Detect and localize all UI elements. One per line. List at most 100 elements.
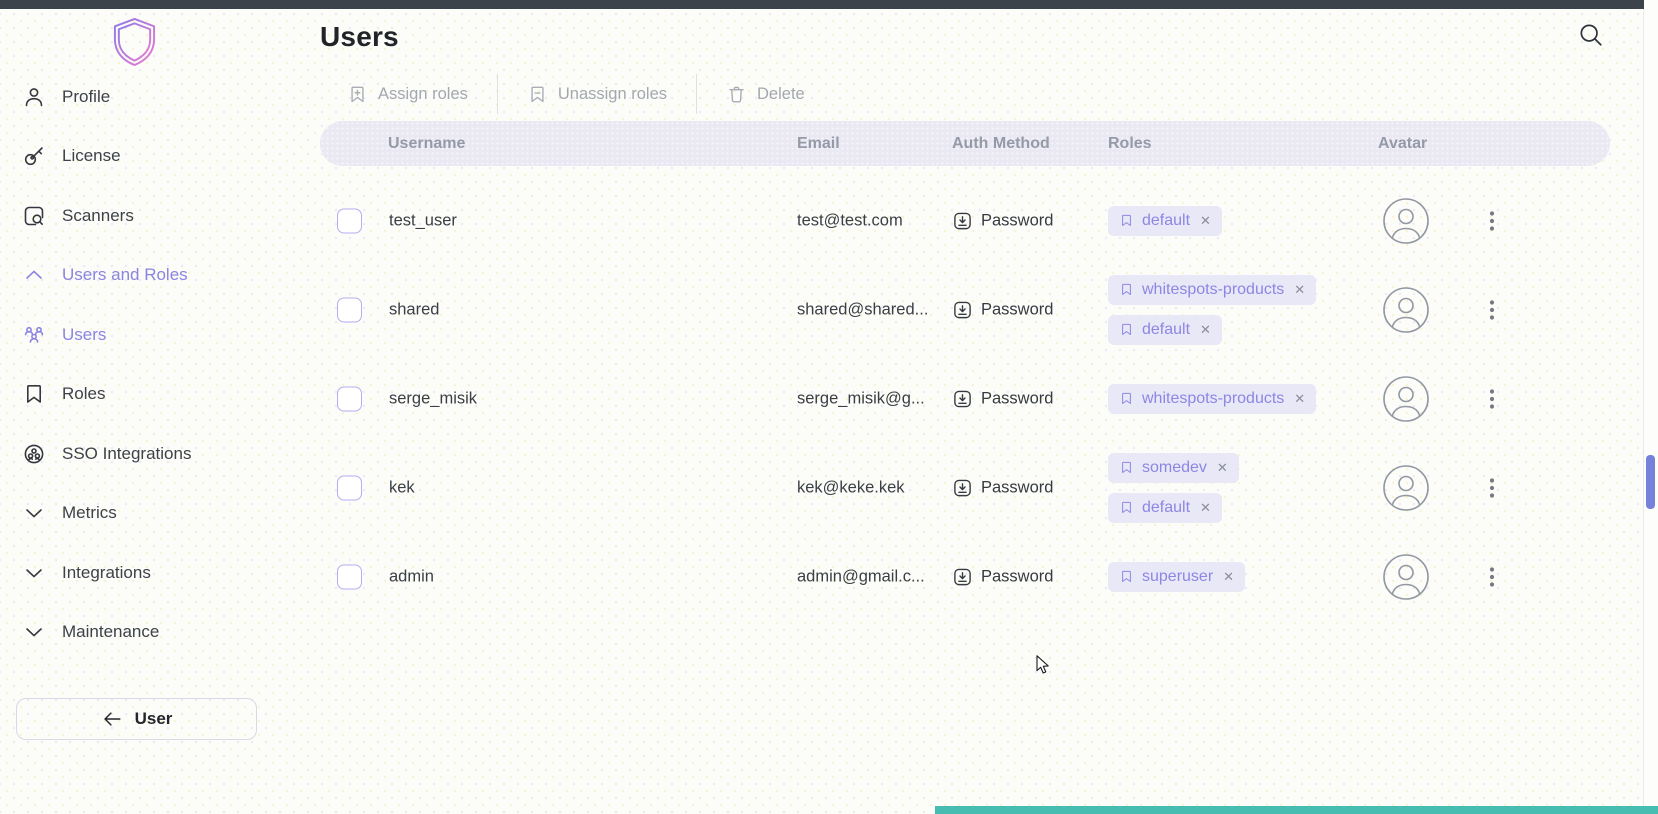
row-checkbox[interactable] [337, 475, 362, 500]
role-chip[interactable]: whitespots-products ✕ [1108, 275, 1316, 305]
delete-button[interactable]: Delete [726, 84, 805, 105]
sidebar-item-label: License [62, 146, 121, 166]
chevron-down-icon [22, 620, 46, 644]
sidebar-menu: Profile License Scanners Users and Roles… [0, 67, 300, 662]
sidebar-section-users-and-roles[interactable]: Users and Roles [0, 246, 300, 306]
row-checkbox[interactable] [337, 208, 362, 233]
role-chip[interactable]: whitespots-products ✕ [1108, 384, 1316, 414]
back-to-user-button[interactable]: User [16, 698, 257, 740]
toolbar-divider [696, 74, 697, 114]
row-menu-kebab-icon[interactable] [1484, 476, 1500, 500]
sidebar-item-label: Integrations [62, 563, 151, 583]
chevron-down-icon [22, 501, 46, 525]
row-checkbox[interactable] [337, 564, 362, 589]
row-checkbox[interactable] [337, 297, 362, 322]
column-header-username: Username [388, 135, 465, 153]
search-icon[interactable] [1578, 22, 1604, 48]
role-chip[interactable]: default ✕ [1108, 315, 1222, 345]
page-title: Users [320, 21, 399, 53]
table-header: Username Email Auth Method Roles Avatar [320, 121, 1610, 166]
remove-role-icon[interactable]: ✕ [1294, 391, 1305, 407]
role-chip[interactable]: default ✕ [1108, 493, 1222, 523]
column-header-avatar: Avatar [1378, 135, 1427, 153]
sidebar-item-label: Roles [62, 384, 105, 404]
row-checkbox[interactable] [337, 386, 362, 411]
table-row: shared shared@shared... Password whitesp… [320, 265, 1610, 354]
auth-method-cell: Password [952, 210, 1053, 231]
unassign-roles-button[interactable]: Unassign roles [527, 84, 667, 105]
shield-logo-icon [111, 16, 158, 67]
roles-cell: whitespots-products ✕ default ✕ [1108, 275, 1316, 345]
role-chip-label: superuser [1142, 568, 1213, 586]
sidebar-item-license[interactable]: License [0, 127, 300, 187]
auth-method-cell: Password [952, 299, 1053, 320]
row-menu-kebab-icon[interactable] [1484, 387, 1500, 411]
username-cell: shared [389, 300, 439, 319]
column-header-roles: Roles [1108, 135, 1152, 153]
bookmark-plus-icon [347, 84, 368, 105]
remove-role-icon[interactable]: ✕ [1200, 213, 1211, 229]
avatar [1382, 375, 1430, 423]
sidebar-section-metrics[interactable]: Metrics [0, 484, 300, 544]
role-chip[interactable]: superuser ✕ [1108, 562, 1245, 592]
auth-method-label: Password [981, 300, 1053, 319]
row-menu-kebab-icon[interactable] [1484, 298, 1500, 322]
top-accent-bar [0, 0, 1644, 9]
bookmark-icon [1119, 500, 1134, 515]
auth-method-cell: Password [952, 477, 1053, 498]
password-download-icon [952, 210, 973, 231]
unassign-roles-label: Unassign roles [558, 85, 667, 104]
assign-roles-button[interactable]: Assign roles [347, 84, 468, 105]
role-chip-label: somedev [1142, 459, 1207, 477]
auth-method-label: Password [981, 389, 1053, 408]
auth-method-label: Password [981, 211, 1053, 230]
chevron-down-icon [22, 561, 46, 585]
roles-cell: superuser ✕ [1108, 562, 1245, 592]
sidebar-item-profile[interactable]: Profile [0, 67, 300, 127]
bulk-actions-toolbar: Assign roles Unassign roles Delete [347, 73, 805, 115]
username-cell: serge_misik [389, 389, 477, 408]
bookmark-icon [1119, 213, 1134, 228]
person-icon [22, 85, 46, 109]
sidebar-item-label: Scanners [62, 206, 134, 226]
sidebar-item-scanners[interactable]: Scanners [0, 186, 300, 246]
sidebar-section-maintenance[interactable]: Maintenance [0, 603, 300, 663]
sidebar-section-integrations[interactable]: Integrations [0, 543, 300, 603]
password-download-icon [952, 388, 973, 409]
bookmark-icon [1119, 322, 1134, 337]
email-cell: shared@shared... [797, 300, 928, 319]
bookmark-icon [1119, 391, 1134, 406]
chevron-up-icon [22, 263, 46, 287]
password-download-icon [952, 299, 973, 320]
remove-role-icon[interactable]: ✕ [1223, 569, 1234, 585]
row-menu-kebab-icon[interactable] [1484, 565, 1500, 589]
email-cell: admin@gmail.c... [797, 567, 925, 586]
table-row: kek kek@keke.kek Password somedev ✕ defa… [320, 443, 1610, 532]
sidebar-item-label: Profile [62, 87, 110, 107]
auth-method-cell: Password [952, 388, 1053, 409]
remove-role-icon[interactable]: ✕ [1200, 500, 1211, 516]
scanner-search-icon [22, 204, 46, 228]
sidebar-item-users[interactable]: Users [0, 305, 300, 365]
password-download-icon [952, 566, 973, 587]
username-cell: test_user [389, 211, 457, 230]
scrollbar-track[interactable] [1643, 0, 1658, 814]
sso-people-icon [22, 442, 46, 466]
remove-role-icon[interactable]: ✕ [1217, 460, 1228, 476]
username-cell: admin [389, 567, 434, 586]
remove-role-icon[interactable]: ✕ [1294, 282, 1305, 298]
table-row: serge_misik serge_misik@g... Password wh… [320, 354, 1610, 443]
sidebar-item-sso-integrations[interactable]: SSO Integrations [0, 424, 300, 484]
roles-cell: whitespots-products ✕ [1108, 384, 1316, 414]
sidebar-item-roles[interactable]: Roles [0, 365, 300, 425]
sidebar-item-label: SSO Integrations [62, 444, 191, 464]
assign-roles-label: Assign roles [378, 85, 468, 104]
remove-role-icon[interactable]: ✕ [1200, 322, 1211, 338]
avatar [1382, 286, 1430, 334]
row-menu-kebab-icon[interactable] [1484, 209, 1500, 233]
roles-cell: default ✕ [1108, 206, 1222, 236]
trash-icon [726, 84, 747, 105]
scrollbar-thumb[interactable] [1646, 455, 1655, 509]
role-chip[interactable]: somedev ✕ [1108, 453, 1239, 483]
role-chip[interactable]: default ✕ [1108, 206, 1222, 236]
